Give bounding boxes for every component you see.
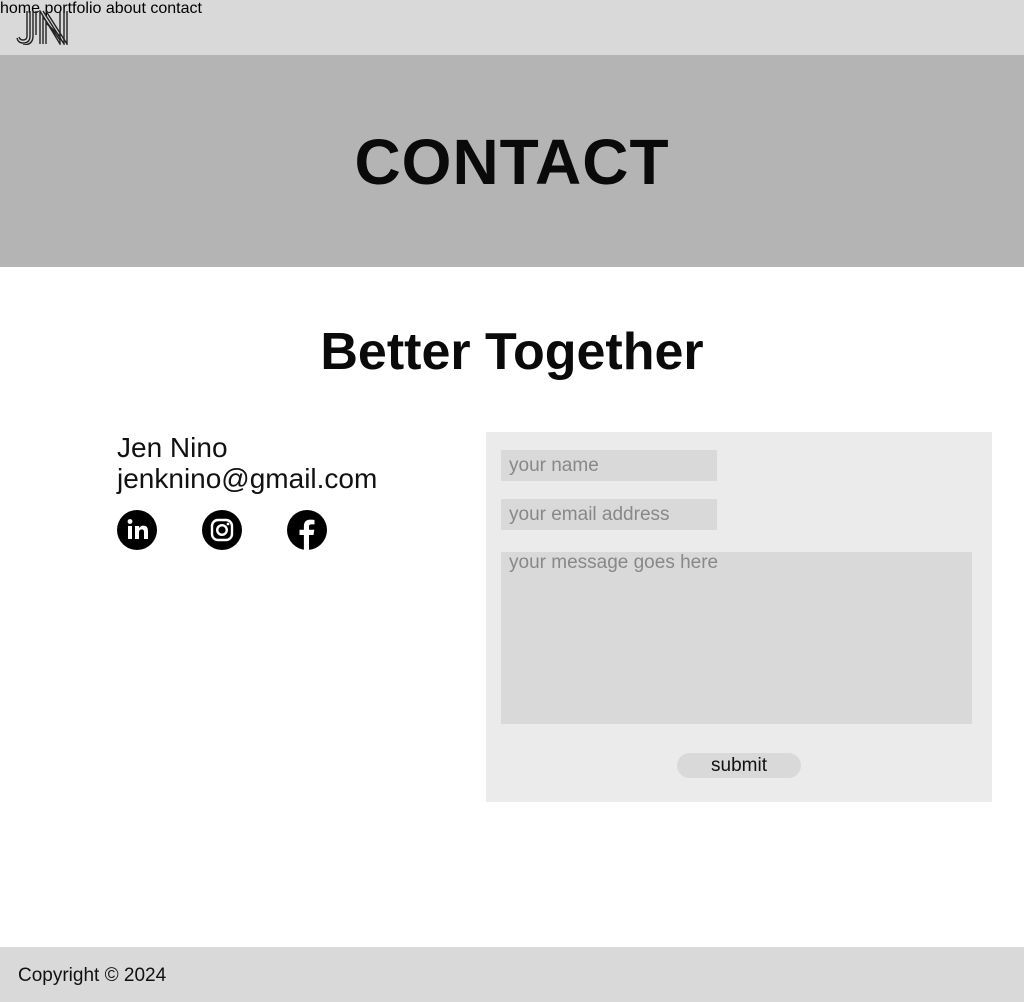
contact-info: Jen Nino jenknino@gmail.com (117, 432, 377, 494)
name-input[interactable] (501, 450, 717, 481)
social-links (117, 510, 337, 550)
nav-contact-link[interactable]: contact (150, 0, 202, 17)
section-heading: Better Together (320, 323, 704, 381)
facebook-icon[interactable] (287, 510, 327, 550)
copyright-text: Copyright © 2024 (18, 965, 167, 986)
jn-logo-icon[interactable] (16, 10, 68, 45)
top-navbar: home portfolio about contact (0, 0, 1024, 55)
nav-about-link[interactable]: about (106, 0, 146, 17)
message-textarea[interactable] (501, 552, 972, 724)
linkedin-icon[interactable] (117, 510, 157, 550)
contact-email[interactable]: jenknino@gmail.com (117, 463, 377, 494)
instagram-icon[interactable] (202, 510, 242, 550)
submit-button[interactable]: submit (677, 753, 801, 778)
page-banner: CONTACT (0, 55, 1024, 267)
page-title: CONTACT (354, 126, 670, 198)
email-input[interactable] (501, 499, 717, 530)
contact-form: submit (486, 432, 992, 802)
footer: Copyright © 2024 (0, 947, 1024, 1002)
contact-name: Jen Nino (117, 432, 228, 463)
